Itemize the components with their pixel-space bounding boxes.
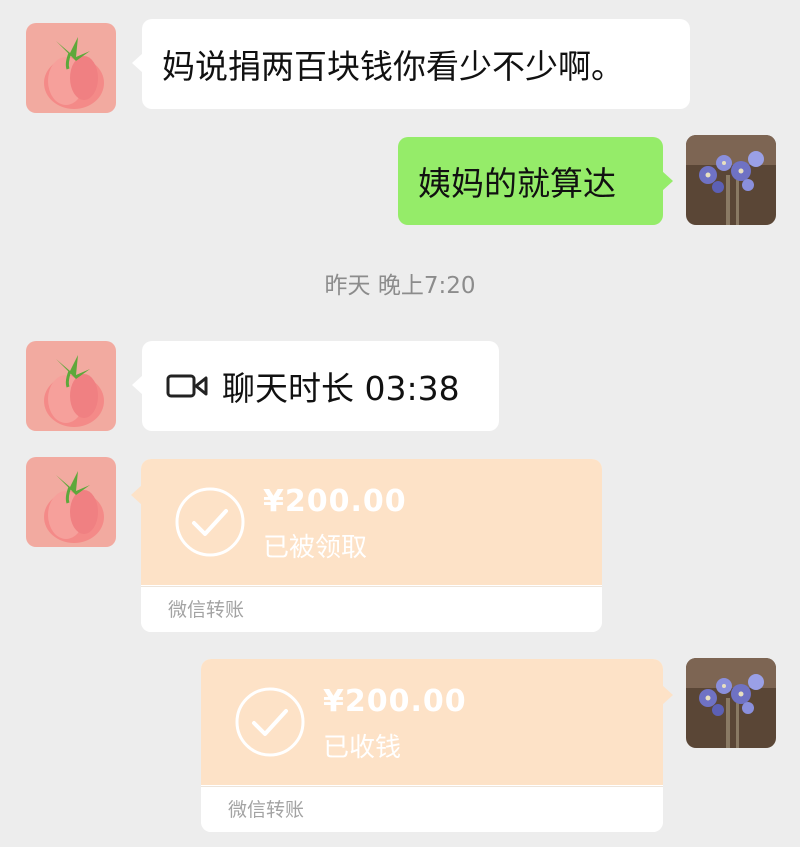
transfer-status: 已收钱: [323, 733, 402, 763]
timestamp: 昨天 晚上7:20: [324, 273, 476, 299]
message-text: 姨妈的就算达: [418, 164, 616, 203]
video-call-icon: [166, 374, 208, 398]
contact-avatar[interactable]: [26, 341, 116, 431]
contact-avatar[interactable]: [26, 457, 116, 547]
message-bubble-received[interactable]: 妈说捐两百块钱你看少不少啊。: [132, 19, 690, 109]
transfer-status: 已被领取: [263, 533, 368, 563]
my-avatar[interactable]: [686, 658, 776, 748]
check-circle-icon: [235, 687, 305, 757]
video-call-bubble[interactable]: 聊天时长 03:38: [132, 341, 499, 431]
transfer-amount: ¥200.00: [323, 684, 467, 719]
check-circle-icon: [175, 487, 245, 557]
transfer-card-received[interactable]: ¥200.00 已被领取 微信转账: [131, 459, 602, 632]
message-bubble-sent[interactable]: 姨妈的就算达: [398, 137, 673, 225]
transfer-label: 微信转账: [228, 799, 305, 821]
message-text: 妈说捐两百块钱你看少不少啊。: [162, 47, 624, 86]
call-duration-text: 聊天时长 03:38: [222, 369, 460, 408]
contact-avatar[interactable]: [26, 23, 116, 113]
transfer-amount: ¥200.00: [263, 484, 407, 519]
transfer-card-sent[interactable]: ¥200.00 已收钱 微信转账: [201, 659, 673, 832]
transfer-label: 微信转账: [168, 599, 245, 621]
my-avatar[interactable]: [686, 135, 776, 225]
